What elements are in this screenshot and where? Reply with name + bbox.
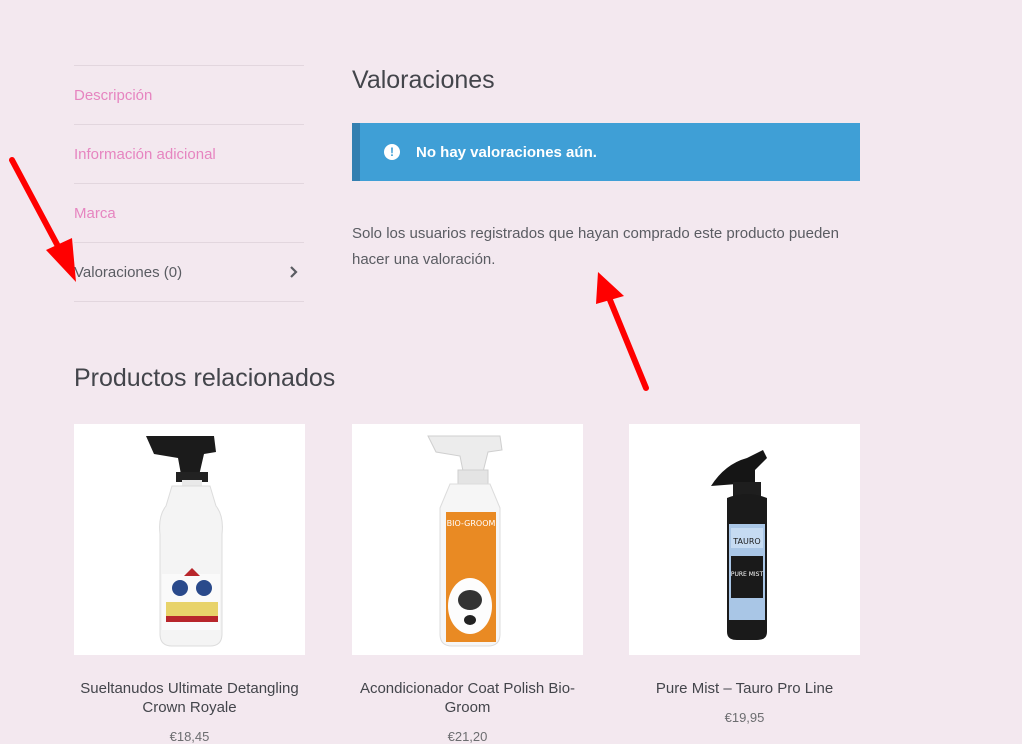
info-icon: ! [384, 144, 400, 160]
tab-informacion-adicional[interactable]: Información adicional [74, 124, 304, 183]
product-image[interactable] [74, 424, 305, 655]
tab-label: Valoraciones (0) [74, 263, 183, 281]
product-image[interactable]: BIO-GROOM [352, 424, 583, 655]
product-name[interactable]: Pure Mist – Tauro Pro Line [629, 679, 860, 698]
related-products: Sueltanudos Ultimate Detangling Crown Ro… [74, 424, 874, 744]
product-name[interactable]: Sueltanudos Ultimate Detangling Crown Ro… [74, 679, 305, 717]
tab-descripcion[interactable]: Descripción [74, 65, 304, 124]
product-card[interactable]: Sueltanudos Ultimate Detangling Crown Ro… [74, 424, 305, 744]
related-products-title: Productos relacionados [74, 364, 336, 392]
no-reviews-notice: ! No hay valoraciones aún. [352, 123, 860, 181]
tab-label: Descripción [74, 86, 153, 104]
svg-text:PURE MIST: PURE MIST [731, 571, 764, 578]
svg-text:TAURO: TAURO [732, 537, 760, 546]
arrow-icon [596, 272, 649, 391]
arrow-icon [9, 157, 76, 282]
product-card[interactable]: TAURO PURE MIST Pure Mist – Tauro Pro Li… [629, 424, 860, 725]
orange-spray-bottle-icon: BIO-GROOM [427, 435, 503, 647]
tab-label: Información adicional [74, 145, 216, 163]
chevron-right-icon [284, 262, 304, 282]
white-spray-bottle-icon [146, 436, 223, 647]
product-price: €21,20 [447, 729, 488, 744]
reviews-title: Valoraciones [352, 66, 495, 94]
tab-marca[interactable]: Marca [74, 183, 304, 242]
black-spray-bottle-icon: TAURO PURE MIST [711, 450, 767, 640]
svg-text:BIO-GROOM: BIO-GROOM [447, 519, 496, 528]
notice-text: No hay valoraciones aún. [416, 143, 597, 161]
product-card[interactable]: BIO-GROOM Acondicionador Coat Polish Bio… [352, 424, 583, 744]
reviews-note: Solo los usuarios registrados que hayan … [352, 225, 839, 268]
product-price: €18,45 [169, 729, 210, 744]
tab-valoraciones[interactable]: Valoraciones (0) [74, 242, 304, 302]
product-tabs: Descripción Información adicional Marca … [74, 65, 304, 302]
tab-label: Marca [74, 204, 116, 222]
reviews-panel: Valoraciones ! No hay valoraciones aún. … [352, 60, 860, 273]
product-image[interactable]: TAURO PURE MIST [629, 424, 860, 655]
product-price: €19,95 [724, 710, 765, 725]
product-name[interactable]: Acondicionador Coat Polish Bio-Groom [352, 679, 583, 717]
